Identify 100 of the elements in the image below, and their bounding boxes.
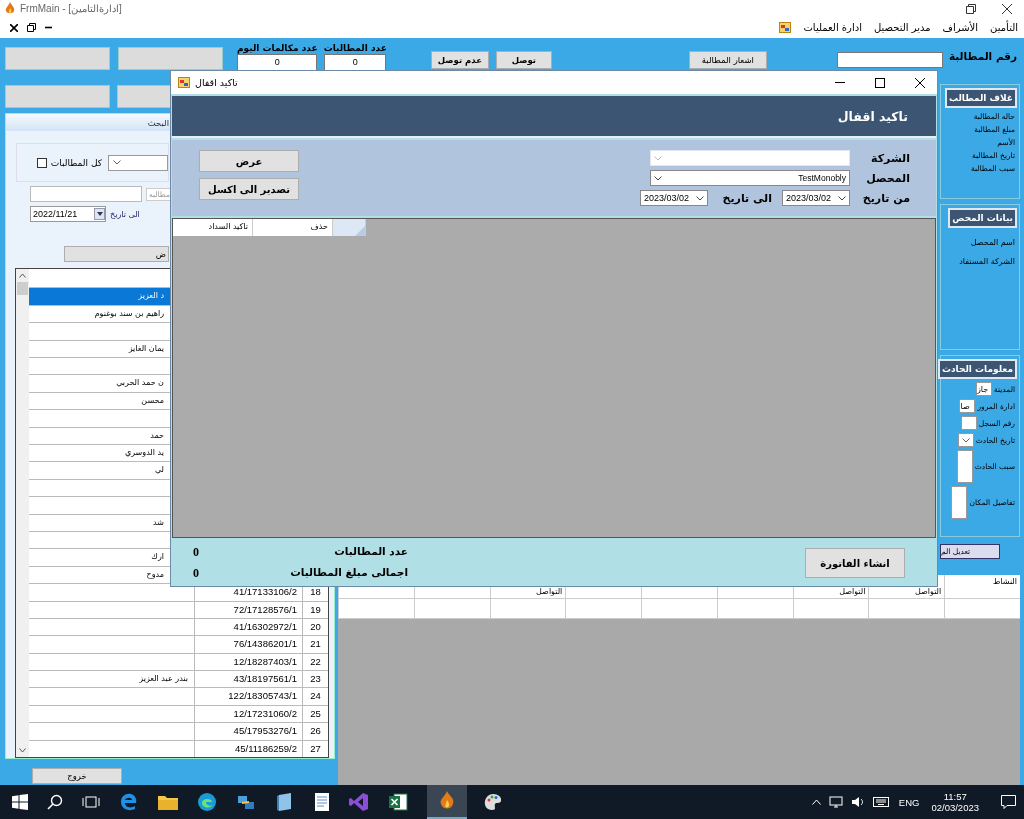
search-icon[interactable] [47, 794, 63, 810]
close-icon[interactable] [10, 23, 18, 32]
name-cell: حمد [150, 430, 164, 440]
language-indicator[interactable]: ENG [898, 796, 920, 808]
name-cell: محسن [141, 395, 164, 405]
folder-icon[interactable] [158, 794, 178, 810]
table-row[interactable]: 45/11186259/2 27 [29, 739, 328, 757]
notification-icon[interactable] [1001, 795, 1016, 809]
network-icon[interactable] [828, 796, 843, 808]
counter-label: عدد مكالمات اليوم [237, 42, 318, 54]
chevron-up-icon[interactable] [811, 799, 821, 805]
spreadsheet-icon[interactable] [388, 792, 408, 812]
date-field[interactable]: 2022/11/21 [30, 206, 106, 222]
table-row[interactable]: 76/14386201/1 21 [29, 635, 328, 653]
dropdown-arrow-icon [96, 212, 103, 216]
chevron-down-icon [961, 437, 970, 443]
claim-number-cell: 72/17128576/1 [233, 603, 297, 615]
flame-icon [4, 2, 16, 15]
chevron-down-icon [19, 748, 26, 753]
summary-label: اجمالى مبلغ المطالبات [290, 566, 408, 581]
claim-number-cell: 12/17231060/2 [233, 707, 297, 719]
close-icon[interactable] [1002, 3, 1012, 14]
blank-panel [117, 85, 172, 108]
row-number-cell: 18 [310, 586, 321, 598]
scrollbar-thumb[interactable] [17, 282, 28, 296]
table-row[interactable]: 12/18287403/1 22 [29, 652, 328, 671]
checkbox[interactable] [36, 157, 47, 168]
field-label: الى تاريخ [110, 209, 140, 219]
chevron-down-icon [654, 155, 662, 161]
minimize-icon[interactable] [45, 26, 52, 29]
claim-number-cell: 45/17953276/1 [233, 725, 297, 737]
table-row[interactable]: 41/16302972/1 20 [29, 617, 328, 636]
task-view-icon[interactable] [82, 795, 100, 809]
row-number-cell: 25 [310, 707, 321, 719]
keyboard-icon[interactable] [872, 797, 889, 807]
table-row[interactable]: 45/17953276/1 26 [29, 722, 328, 740]
column-header[interactable]: تاكيد السداد [173, 219, 253, 236]
name-cell: شد [153, 517, 164, 527]
create-invoice-button[interactable]: انشاء الفاتورة [805, 548, 905, 578]
menu-item[interactable]: التأمين [990, 22, 1018, 33]
name-cell: ارك [151, 552, 164, 562]
name-cell: ن حمد الحربي [116, 378, 164, 388]
row-number-cell: 20 [310, 620, 321, 632]
name-cell: بندر عبد العزيز [139, 674, 188, 684]
clock-date[interactable]: 02/03/2023 [931, 802, 979, 813]
menu-item[interactable]: ادارة العمليات [803, 22, 862, 33]
column-header[interactable]: حذف [253, 219, 333, 236]
menu-item[interactable]: مدير التحصيل [873, 22, 931, 33]
status-button[interactable]: عدم توصل [430, 51, 489, 69]
name-cell: مدوح [146, 569, 164, 579]
date-field[interactable]: 2023/03/02 [640, 190, 708, 206]
action-button[interactable]: عرض [199, 150, 299, 172]
restore-icon[interactable] [27, 23, 36, 32]
dropdown-field[interactable] [957, 433, 974, 447]
row-number-cell: 23 [310, 673, 321, 685]
text-field[interactable] [30, 186, 142, 202]
text-field[interactable] [960, 416, 977, 430]
field-label: الشركة المستفاد [959, 257, 1016, 266]
menu-item[interactable]: الأشراف [942, 22, 979, 33]
row-number-cell: 21 [310, 638, 321, 650]
window-title: FrmMain - [ادارةالتامين] [20, 3, 122, 14]
paint-palette-icon[interactable] [483, 792, 503, 812]
name-cell: د العزيز [138, 291, 164, 301]
status-button[interactable]: توصل [495, 51, 552, 69]
table-row[interactable]: 12/17231060/2 25 [29, 704, 328, 723]
close-icon[interactable] [915, 77, 925, 88]
name-cell: راهيم بن سند بوغنوم [94, 308, 164, 318]
dropdown-field[interactable] [108, 154, 168, 171]
browser-icon[interactable] [119, 792, 139, 812]
notify-button[interactable]: اشعار المطالبة [688, 51, 767, 69]
action-button[interactable]: تصدير الى اكسل [199, 178, 299, 200]
speaker-icon[interactable] [850, 796, 865, 808]
exit-button[interactable]: خروج [32, 768, 122, 784]
code-editor-icon[interactable] [349, 792, 369, 812]
row-number-cell: 19 [310, 603, 321, 615]
clock-time[interactable]: 11:57 [943, 791, 967, 802]
document-icon[interactable] [314, 792, 330, 812]
chevron-down-icon [838, 195, 846, 201]
section-header: معلومات الحادث [937, 359, 1017, 379]
section-header: بيانات المحص [948, 208, 1017, 228]
active-app-icon[interactable] [427, 785, 467, 819]
text-area[interactable] [951, 486, 968, 519]
search-button[interactable]: ض [64, 246, 169, 263]
table-row[interactable]: 122/18305743/1 24 [29, 687, 328, 705]
scrollbar[interactable] [16, 269, 29, 757]
text-area[interactable] [956, 450, 973, 483]
text-field[interactable]: جاز [976, 382, 992, 396]
row-number-cell: 24 [310, 690, 321, 702]
row-number-cell: 22 [310, 655, 321, 667]
date-field[interactable]: 2023/03/02 [782, 190, 850, 206]
text-field[interactable]: صا [959, 399, 976, 413]
chevron-up-icon [19, 273, 26, 279]
collector-dropdown[interactable]: TestMonobly [650, 170, 850, 186]
browser-icon[interactable] [197, 792, 217, 812]
claim-number-field[interactable] [836, 52, 943, 68]
maximize-icon[interactable] [875, 77, 885, 88]
field-label: من تاريخ [861, 191, 910, 205]
restore-icon[interactable] [966, 3, 976, 14]
table-row[interactable]: 72/17128576/1 19 [29, 600, 328, 618]
windows-start-icon[interactable] [12, 794, 28, 810]
